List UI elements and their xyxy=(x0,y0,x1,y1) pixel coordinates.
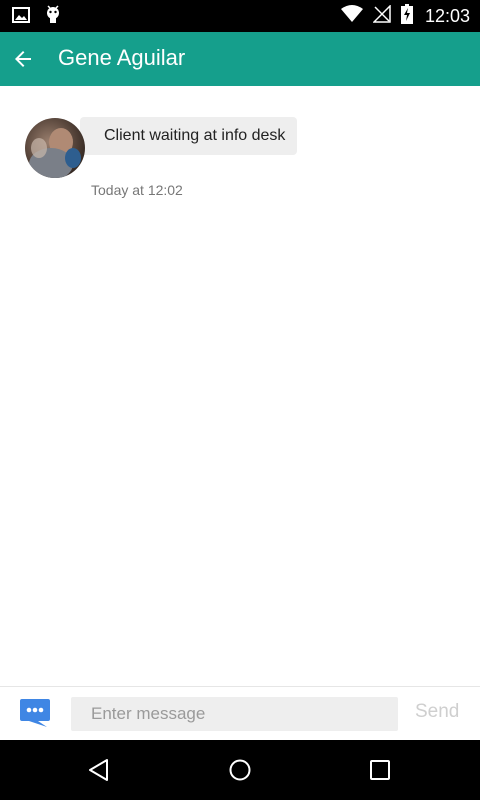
message-bubble: Client waiting at info desk xyxy=(80,117,298,155)
compose-bar: Send xyxy=(0,686,480,740)
no-signal-icon xyxy=(372,3,391,28)
recents-square-icon xyxy=(370,760,390,780)
status-bar: 12:03 xyxy=(0,0,480,32)
android-notification-icon xyxy=(44,5,62,30)
home-circle-icon xyxy=(229,759,251,781)
send-button[interactable]: Send xyxy=(415,701,459,723)
nav-back-button[interactable] xyxy=(83,754,115,786)
app-bar: Gene Aguilar xyxy=(0,32,480,86)
status-indicators: 12:03 xyxy=(340,0,470,32)
system-navigation-bar xyxy=(0,740,480,800)
nav-recents-button[interactable] xyxy=(364,754,396,786)
message-list[interactable]: Client waiting at info desk Today at 12:… xyxy=(0,86,480,686)
message-input[interactable] xyxy=(71,697,398,731)
status-time: 12:03 xyxy=(424,5,470,26)
arrow-back-icon xyxy=(15,51,31,67)
status-notifications xyxy=(12,5,62,30)
message-timestamp: Today at 12:02 xyxy=(91,182,183,198)
chat-bubble-icon[interactable] xyxy=(18,696,52,730)
back-triangle-icon xyxy=(89,759,108,781)
image-notification-icon xyxy=(12,6,30,29)
nav-home-button[interactable] xyxy=(224,754,256,786)
sender-avatar[interactable] xyxy=(25,118,85,178)
conversation-title: Gene Aguilar xyxy=(58,45,186,70)
back-button[interactable] xyxy=(6,42,40,76)
wifi-icon xyxy=(340,4,363,28)
battery-charging-icon xyxy=(400,3,413,29)
